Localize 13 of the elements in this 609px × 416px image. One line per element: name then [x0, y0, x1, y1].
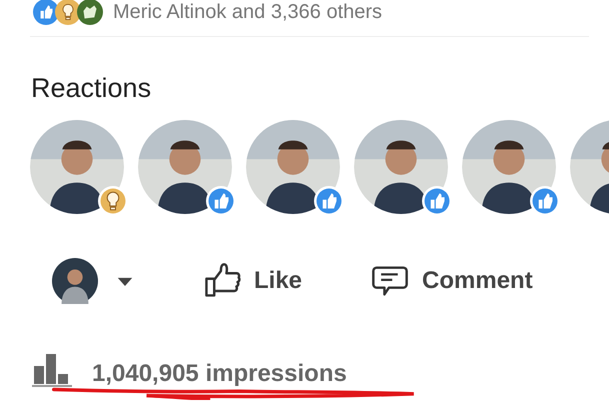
impressions-count[interactable]: 1,040,905 impressions — [92, 360, 347, 387]
like-button[interactable]: Like — [202, 261, 302, 301]
like-badge-icon — [314, 186, 344, 216]
like-badge-icon — [422, 186, 452, 216]
bar-chart-icon — [32, 352, 72, 388]
comment-button[interactable]: Comment — [370, 261, 533, 301]
like-badge-icon — [530, 186, 560, 216]
lightbulb-reaction-icon — [55, 0, 81, 25]
caret-icon[interactable] — [116, 276, 134, 286]
reactions-heading: Reactions — [31, 73, 152, 104]
lightbulb-badge-icon — [98, 186, 128, 216]
reactions-summary-text[interactable]: Meric Altinok and 3,366 others — [113, 0, 382, 24]
like-badge-icon — [206, 186, 236, 216]
